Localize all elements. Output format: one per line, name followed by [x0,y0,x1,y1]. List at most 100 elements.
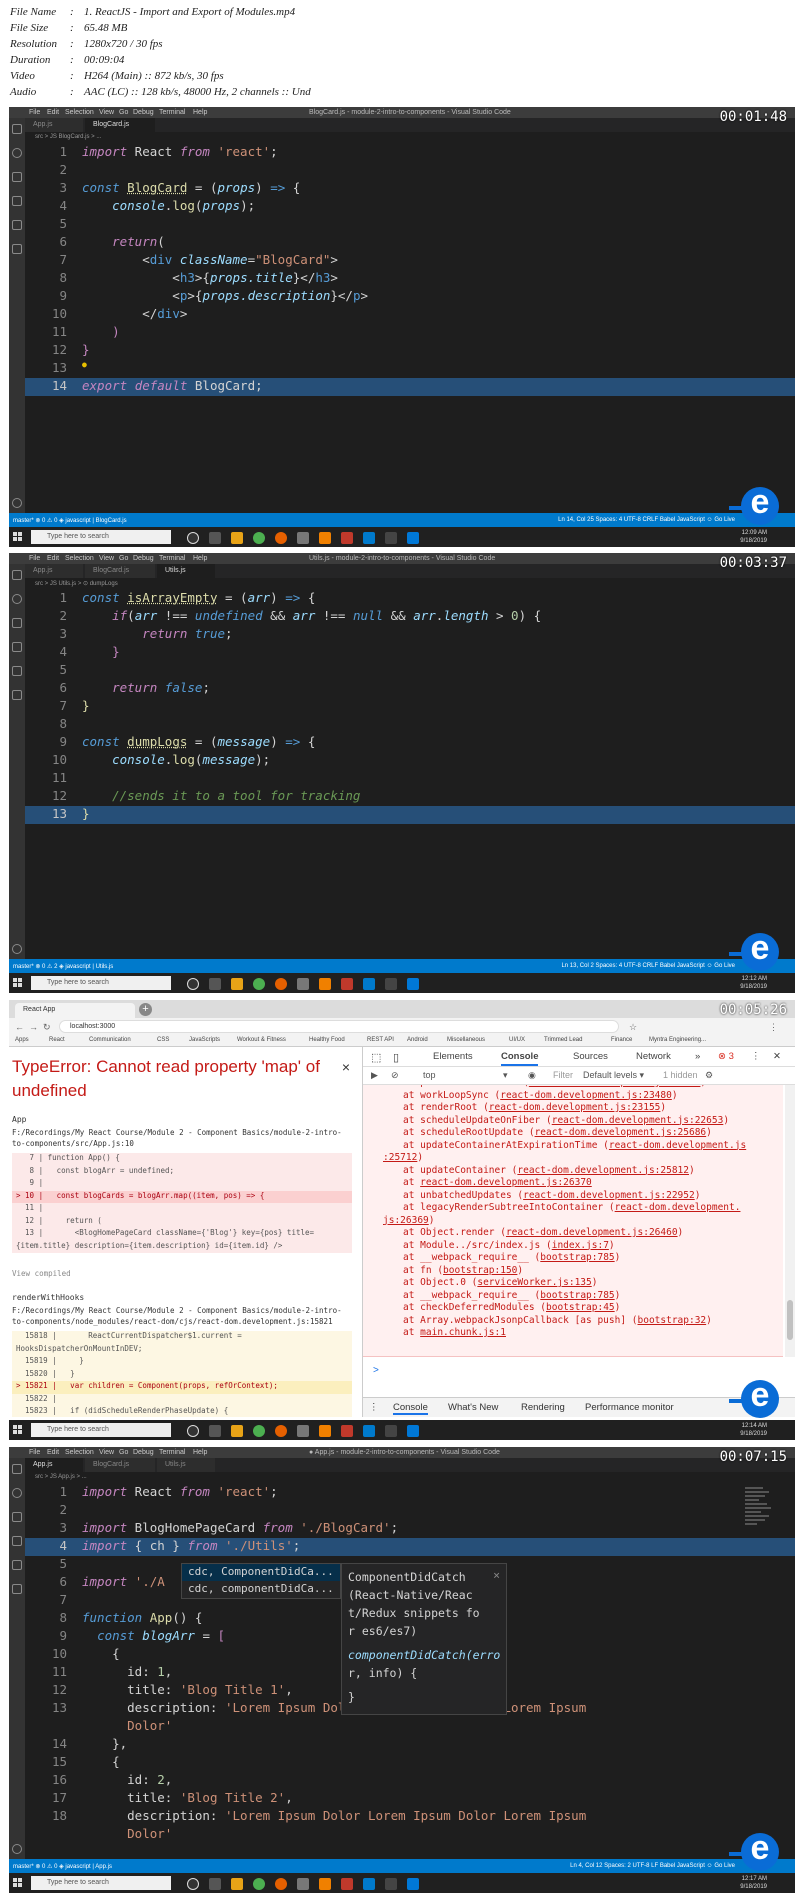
status-right[interactable]: Ln 4, Col 12 Spaces: 2 UTF-8 LF Babel Ja… [570,1863,735,1869]
drawer-tab-console[interactable]: Console [393,1402,428,1415]
bookmark-item[interactable]: Communication [89,1037,131,1043]
menu-file[interactable]: File [29,555,40,562]
clear-console-icon[interactable]: ⊘ [391,1070,399,1081]
debug-icon[interactable] [12,196,22,206]
taskbar-search-input[interactable]: Type here to search [31,976,171,990]
menu-terminal[interactable]: Terminal [159,109,185,116]
bookmark-item[interactable]: Healthy Food [309,1037,345,1043]
bookmark-item[interactable]: Finance [611,1037,632,1043]
bookmark-item[interactable]: JavaScripts [189,1037,220,1043]
stack-link[interactable]: :25712 [383,1152,417,1163]
vlc-icon[interactable] [319,978,331,990]
menu-edit[interactable]: Edit [47,555,59,562]
debug-icon[interactable] [12,1536,22,1546]
taskbar-search-input[interactable]: Type here to search [31,1876,171,1890]
gear-icon[interactable] [12,498,22,508]
gear-icon[interactable] [12,944,22,954]
menu-go[interactable]: Go [119,1449,128,1456]
tab-console[interactable]: Console [501,1051,539,1066]
stack-link[interactable]: react-dom.development.js:22653 [552,1115,724,1126]
drawer-tab-whats-new[interactable]: What's New [448,1402,498,1413]
forward-icon[interactable]: → [29,1022,38,1032]
vlc-icon[interactable] [319,532,331,544]
close-icon[interactable]: × [342,1059,350,1075]
docker-icon[interactable] [12,244,22,254]
menu-icon[interactable]: ⋮ [751,1051,761,1062]
lightbulb-icon[interactable]: ● [82,360,87,369]
eye-icon[interactable]: ◉ [528,1070,536,1081]
context-select[interactable]: top [423,1070,436,1080]
tab-app-js[interactable]: App.js [25,564,83,578]
taskbar-search-input[interactable]: Type here to search [31,530,171,544]
frame-path[interactable]: F:/Recordings/My React Course/Module 2 -… [12,1305,352,1327]
app-icon[interactable] [341,532,353,544]
app-icon[interactable] [341,1878,353,1890]
stack-link[interactable]: main.chunk.js:1 [420,1327,506,1338]
stack-link[interactable]: js:26369 [383,1215,429,1226]
bookmark-item[interactable]: UI/UX [509,1037,525,1043]
bookmark-item[interactable]: REST API [367,1037,394,1043]
bookmark-item[interactable]: React [49,1037,65,1043]
drawer-tab-performance[interactable]: Performance monitor [585,1402,674,1413]
bookmark-item[interactable]: Android [407,1037,428,1043]
docker-icon[interactable] [12,690,22,700]
breadcrumb[interactable]: src > JS Utils.js > ⊙ dumpLogs [25,578,795,588]
app-icon[interactable] [297,532,309,544]
explorer-icon[interactable] [12,1464,22,1474]
stack-link[interactable]: bootstrap:150 [443,1265,517,1276]
tab-utils-js[interactable]: Utils.js [157,564,215,578]
frame-path[interactable]: F:/Recordings/My React Course/Module 2 -… [12,1127,352,1149]
menu-terminal[interactable]: Terminal [159,555,185,562]
stack-link[interactable]: bootstrap:45 [546,1302,615,1313]
menu-terminal[interactable]: Terminal [159,1449,185,1456]
firefox-icon[interactable] [275,532,287,544]
menu-view[interactable]: View [99,555,114,562]
terminal-icon[interactable] [385,1425,397,1437]
taskbar-clock[interactable]: 12:14 AM 9/18/2019 [740,1422,767,1438]
task-view-icon[interactable] [209,1425,221,1437]
new-tab-icon[interactable]: + [139,1003,152,1016]
menu-go[interactable]: Go [119,109,128,116]
windows-start-icon[interactable] [13,1878,23,1888]
more-tabs-icon[interactable]: » [695,1051,700,1062]
menu-debug[interactable]: Debug [133,1449,154,1456]
vscode-icon[interactable] [363,1878,375,1890]
vscode-icon[interactable] [363,532,375,544]
cortana-icon[interactable] [187,532,199,544]
cortana-icon[interactable] [187,1425,199,1437]
app-icon[interactable] [407,532,419,544]
file-explorer-icon[interactable] [231,1425,243,1437]
menu-edit[interactable]: Edit [47,1449,59,1456]
app-icon[interactable] [297,1878,309,1890]
stack-link[interactable]: serviceWorker.js:135 [477,1277,591,1288]
stack-link[interactable]: react-dom.development.js:22952 [523,1190,695,1201]
menu-file[interactable]: File [29,1449,40,1456]
app-icon[interactable] [407,1425,419,1437]
chrome-icon[interactable] [253,532,265,544]
source-control-icon[interactable] [12,618,22,628]
breadcrumb[interactable]: src > JS App.js > ... [25,1472,795,1482]
status-right[interactable]: Ln 14, Col 25 Spaces: 4 UTF-8 CRLF Babel… [558,517,735,523]
stack-link[interactable]: react-dom.development.js:23480 [500,1090,672,1101]
source-control-icon[interactable] [12,1512,22,1522]
menu-debug[interactable]: Debug [133,109,154,116]
menu-go[interactable]: Go [119,555,128,562]
docker-icon[interactable] [12,1584,22,1594]
status-left[interactable]: master* ⊗ 0 ⚠ 2 ◈ javascript | Utils.js [13,963,113,970]
view-compiled-link[interactable]: View compiled [12,1269,71,1278]
bookmark-item[interactable]: Workout & Fitness [237,1037,286,1043]
autocomplete-item[interactable]: cdc, componentDidCa... [182,1581,340,1598]
menu-view[interactable]: View [99,109,114,116]
stack-link[interactable]: react-dom.development.js:23155 [489,1102,661,1113]
app-icon[interactable] [341,978,353,990]
menu-selection[interactable]: Selection [65,555,94,562]
firefox-icon[interactable] [275,1425,287,1437]
tab-utils-js[interactable]: Utils.js [157,1458,215,1472]
chrome-icon[interactable] [253,1425,265,1437]
close-icon[interactable]: × [493,1566,500,1584]
app-icon[interactable] [407,978,419,990]
tab-app-js[interactable]: App.js [25,1458,83,1472]
stack-link[interactable]: react-dom.development.js:23562 [529,1085,701,1088]
windows-start-icon[interactable] [13,978,23,988]
sidebar-icon[interactable]: ▶ [371,1070,378,1081]
